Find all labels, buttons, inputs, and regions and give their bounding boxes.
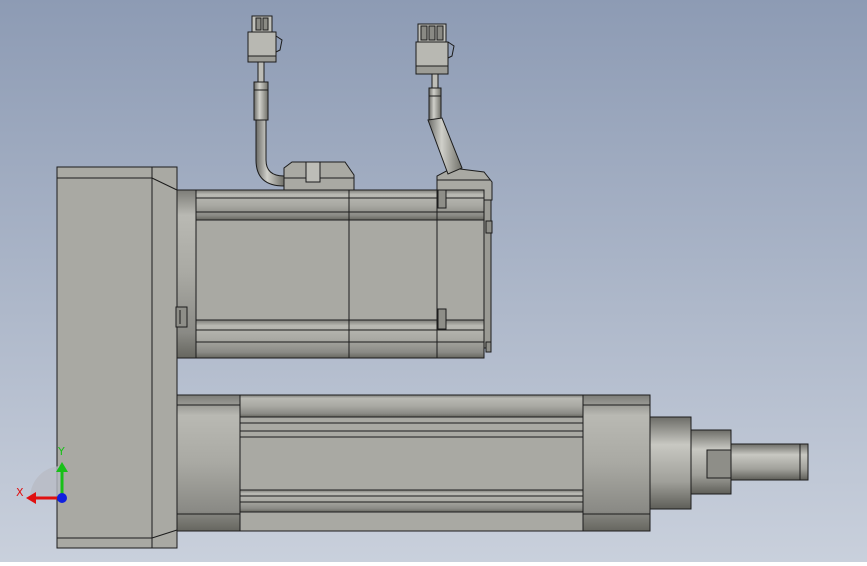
cad-viewport[interactable]: X Y <box>0 0 867 562</box>
z-axis-dot <box>57 493 67 503</box>
y-axis-label: Y <box>57 445 65 458</box>
cad-drawing[interactable]: X Y <box>0 0 867 562</box>
motor-flange <box>175 189 197 359</box>
side-housing[interactable] <box>56 166 178 549</box>
actuator-front-cap[interactable] <box>582 394 651 532</box>
connector-boss-left <box>283 161 355 191</box>
x-axis-label: X <box>16 486 24 499</box>
actuator-tube[interactable] <box>239 394 584 532</box>
motor-body[interactable] <box>195 189 493 359</box>
actuator-rear-cap[interactable] <box>176 394 241 532</box>
